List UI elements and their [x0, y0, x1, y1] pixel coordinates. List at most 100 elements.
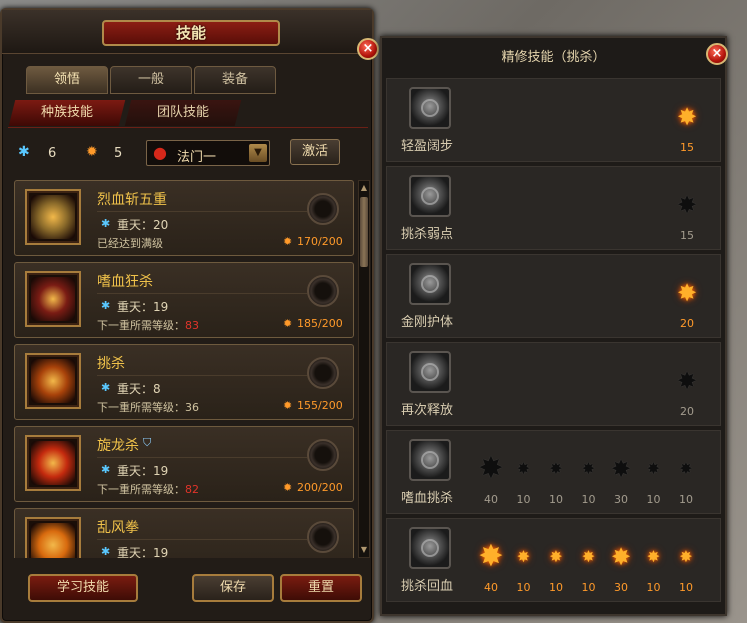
mastery-skill-name: 再次释放: [401, 403, 454, 418]
star-icon[interactable]: ✸: [474, 454, 508, 484]
star-icon[interactable]: ✸: [539, 461, 573, 477]
skill-requirement-text: 下一重所需等级：: [97, 483, 185, 496]
skill-name: 乱风拳: [97, 520, 139, 536]
mastery-skill-name: 嗜血挑杀: [401, 491, 454, 506]
skill-tier-label: 重天：19: [117, 546, 169, 558]
skill-card[interactable]: 烈血斩五重 ✱ 重天：20 已经达到满级 ✹ 170/200: [14, 180, 354, 256]
star-icon[interactable]: ✸: [669, 549, 703, 565]
mastery-skill-icon-ring: [421, 539, 439, 557]
skill-slot[interactable]: [307, 357, 339, 389]
skill-icon: [31, 195, 75, 239]
activate-button[interactable]: 激活: [290, 139, 340, 165]
subtab-team-skills-label: 团队技能: [156, 105, 209, 120]
skill-icon-frame: [25, 271, 81, 327]
tab-general[interactable]: 一般: [110, 66, 192, 94]
mastery-skill-icon: [409, 439, 451, 481]
mastery-row[interactable]: 挑杀弱点 ✸ 15: [386, 166, 721, 250]
skill-progress: 155/200: [297, 399, 343, 412]
skill-icon-frame: [25, 189, 81, 245]
save-button[interactable]: 保存: [192, 574, 274, 602]
mastery-row[interactable]: 嗜血挑杀 ✸ 40 ✸ 10 ✸ 10 ✸ 10 ✸ 30 ✸ 10 ✸ 10: [386, 430, 721, 514]
tab-equipment[interactable]: 装备: [194, 66, 276, 94]
orange-gem-count: 5: [114, 146, 123, 161]
orange-gem-icon: ✹: [283, 317, 293, 330]
star-icon[interactable]: ✸: [539, 549, 573, 565]
skill-slot[interactable]: [307, 275, 339, 307]
skill-divider: [97, 211, 307, 212]
star-icon[interactable]: ✸: [670, 281, 704, 305]
mastery-row[interactable]: 轻盈阔步 ✸ 15: [386, 78, 721, 162]
skill-slot[interactable]: [307, 439, 339, 471]
skill-divider: [97, 539, 307, 540]
blue-gem-icon: ✱: [101, 381, 111, 394]
star-value: 10: [679, 493, 693, 506]
star-value: 40: [484, 581, 498, 594]
skill-requirement: 下一重所需等级：36: [97, 399, 199, 415]
blue-gem-icon: ✱: [18, 144, 30, 160]
mastery-skill-name: 轻盈阔步: [401, 139, 454, 154]
skill-slot[interactable]: [307, 521, 339, 553]
scroll-thumb[interactable]: [360, 197, 368, 267]
star-icon[interactable]: ✸: [572, 461, 606, 477]
mastery-skill-name: 金刚护体: [401, 315, 454, 330]
star-icon[interactable]: ✸: [507, 549, 541, 565]
star-value: 10: [549, 493, 563, 506]
learn-skill-button[interactable]: 学习技能: [28, 574, 138, 602]
skill-card[interactable]: 挑杀 ✱ 重天：8 下一重所需等级：36 ✹ 155/200: [14, 344, 354, 420]
skill-card[interactable]: 旋龙杀 ⛉ ✱ 重天：19 下一重所需等级：82 ✹ 200/200: [14, 426, 354, 502]
mastery-row[interactable]: 挑杀回血 ✸ 40 ✸ 10 ✸ 10 ✸ 10 ✸ 30 ✸ 10 ✸ 10: [386, 518, 721, 602]
blue-gem-count: 6: [48, 146, 57, 161]
star-icon[interactable]: ✸: [572, 549, 606, 565]
skills-panel: 技能 × 领悟 一般 装备 种族技能 团队技能 ✱ 6 ✹ 5 ● 法门一 ▼ …: [0, 8, 379, 623]
skill-slot[interactable]: [307, 193, 339, 225]
scroll-up-icon[interactable]: ▲: [359, 183, 369, 193]
close-icon[interactable]: ×: [706, 43, 728, 65]
star-icon[interactable]: ✸: [604, 457, 638, 481]
skill-icon: [31, 523, 75, 558]
skill-requirement-level: 83: [185, 319, 199, 332]
reset-button[interactable]: 重置: [280, 574, 362, 602]
star-icon[interactable]: ✸: [670, 369, 704, 393]
subtab-race-skills[interactable]: 种族技能: [8, 100, 126, 126]
scroll-down-icon[interactable]: ▼: [359, 545, 369, 555]
star-value: 10: [646, 581, 661, 594]
skill-requirement-text: 下一重所需等级：36: [97, 401, 199, 414]
skill-card[interactable]: 乱风拳 ✱ 重天：19: [14, 508, 354, 558]
mastery-row[interactable]: 再次释放 ✸ 20: [386, 342, 721, 426]
star-icon[interactable]: ✸: [637, 549, 671, 565]
star-value: 30: [614, 493, 628, 506]
star-icon[interactable]: ✸: [637, 461, 671, 477]
star-icon[interactable]: ✸: [669, 461, 703, 477]
star-icon[interactable]: ✸: [474, 542, 508, 572]
mastery-skill-icon-ring: [421, 451, 439, 469]
star-icon[interactable]: ✸: [670, 105, 704, 129]
close-icon[interactable]: ×: [357, 38, 379, 60]
shield-icon: ⛉: [143, 436, 152, 449]
tab-comprehension[interactable]: 领悟: [26, 66, 108, 94]
star-value: 10: [516, 581, 531, 594]
star-icon[interactable]: ✸: [604, 545, 638, 569]
star-value: 10: [581, 493, 596, 506]
star-value: 10: [549, 581, 563, 594]
chevron-down-icon[interactable]: ▼: [249, 144, 267, 162]
method-select[interactable]: ● 法门一 ▼: [146, 140, 270, 166]
skill-icon-frame: [25, 353, 81, 409]
subtab-team-skills[interactable]: 团队技能: [124, 100, 242, 126]
skill-requirement: 已经达到满级: [97, 235, 163, 251]
star-icon[interactable]: ✸: [507, 461, 541, 477]
blue-gem-icon: ✱: [101, 545, 111, 558]
orange-gem-icon: ✹: [283, 235, 293, 248]
blue-gem-icon: ✱: [101, 217, 111, 230]
skill-icon-frame: [25, 435, 81, 491]
skill-name: 烈血斩五重: [97, 192, 167, 208]
orange-gem-icon: ✹: [283, 481, 293, 494]
blood-drop-icon: ●: [153, 143, 167, 162]
subtab-bar: 种族技能 团队技能: [8, 100, 368, 128]
scrollbar[interactable]: ▲ ▼: [358, 180, 370, 558]
star-icon[interactable]: ✸: [670, 193, 704, 217]
skill-icon: [31, 441, 75, 485]
star-value: 10: [581, 581, 596, 594]
skill-card[interactable]: 嗜血狂杀 ✱ 重天：19 下一重所需等级：83 ✹ 185/200: [14, 262, 354, 338]
mastery-skill-icon: [409, 351, 451, 393]
mastery-row[interactable]: 金刚护体 ✸ 20: [386, 254, 721, 338]
